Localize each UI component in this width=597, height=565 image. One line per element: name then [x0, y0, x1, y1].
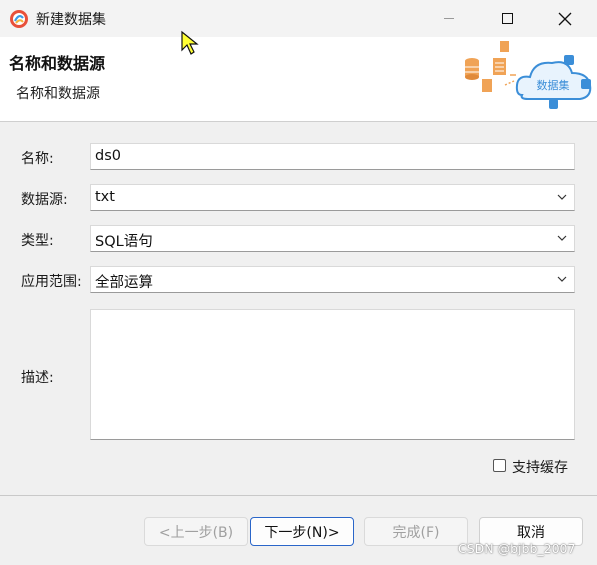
type-label: 类型:	[21, 233, 54, 249]
scope-value: 全部运算	[95, 275, 153, 291]
name-input-value: ds0	[95, 148, 121, 164]
window-title: 新建数据集	[36, 12, 106, 28]
previous-button[interactable]: <上一步(B)	[144, 517, 248, 546]
maximize-button[interactable]	[484, 0, 530, 37]
datasource-label: 数据源:	[21, 192, 68, 208]
watermark: CSDN @bjbb_2007	[458, 541, 576, 556]
finish-button[interactable]: 完成(F)	[364, 517, 468, 546]
type-value: SQL语句	[95, 234, 153, 250]
description-label: 描述:	[21, 370, 54, 386]
scope-select[interactable]: 全部运算	[90, 266, 575, 293]
cache-checkbox-label[interactable]: 支持缓存	[512, 457, 568, 477]
minimize-button[interactable]	[426, 0, 472, 37]
close-button[interactable]	[542, 0, 588, 37]
chevron-down-icon	[557, 235, 567, 241]
dataset-banner-icon: 数据集	[465, 41, 592, 109]
minimize-icon	[444, 18, 454, 19]
chevron-down-icon	[557, 194, 567, 200]
scope-label: 应用范围:	[21, 274, 82, 290]
datasource-select[interactable]: txt	[90, 184, 575, 211]
type-select[interactable]: SQL语句	[90, 225, 575, 252]
mouse-cursor-icon	[181, 30, 199, 55]
name-label: 名称:	[21, 151, 54, 167]
maximize-icon	[501, 13, 513, 24]
close-icon	[558, 12, 572, 25]
description-textarea[interactable]	[90, 309, 575, 440]
cache-checkbox[interactable]	[493, 459, 506, 472]
chevron-down-icon	[557, 276, 567, 282]
footer-divider	[0, 495, 597, 496]
banner-cloud-caption: 数据集	[537, 78, 570, 92]
datasource-value: txt	[95, 189, 115, 205]
next-button[interactable]: 下一步(N)>	[250, 517, 354, 546]
dialog-window: 新建数据集 名称和数据源 名称和数据源 数据集 名称: ds0 数据源: txt…	[0, 0, 597, 565]
page-subtitle: 名称和数据源	[16, 86, 100, 102]
title-bar[interactable]: 新建数据集	[0, 0, 597, 37]
page-title: 名称和数据源	[9, 54, 106, 73]
app-logo-icon	[10, 10, 28, 28]
wizard-header: 名称和数据源 名称和数据源 数据集	[0, 37, 597, 122]
name-input[interactable]: ds0	[90, 143, 575, 170]
